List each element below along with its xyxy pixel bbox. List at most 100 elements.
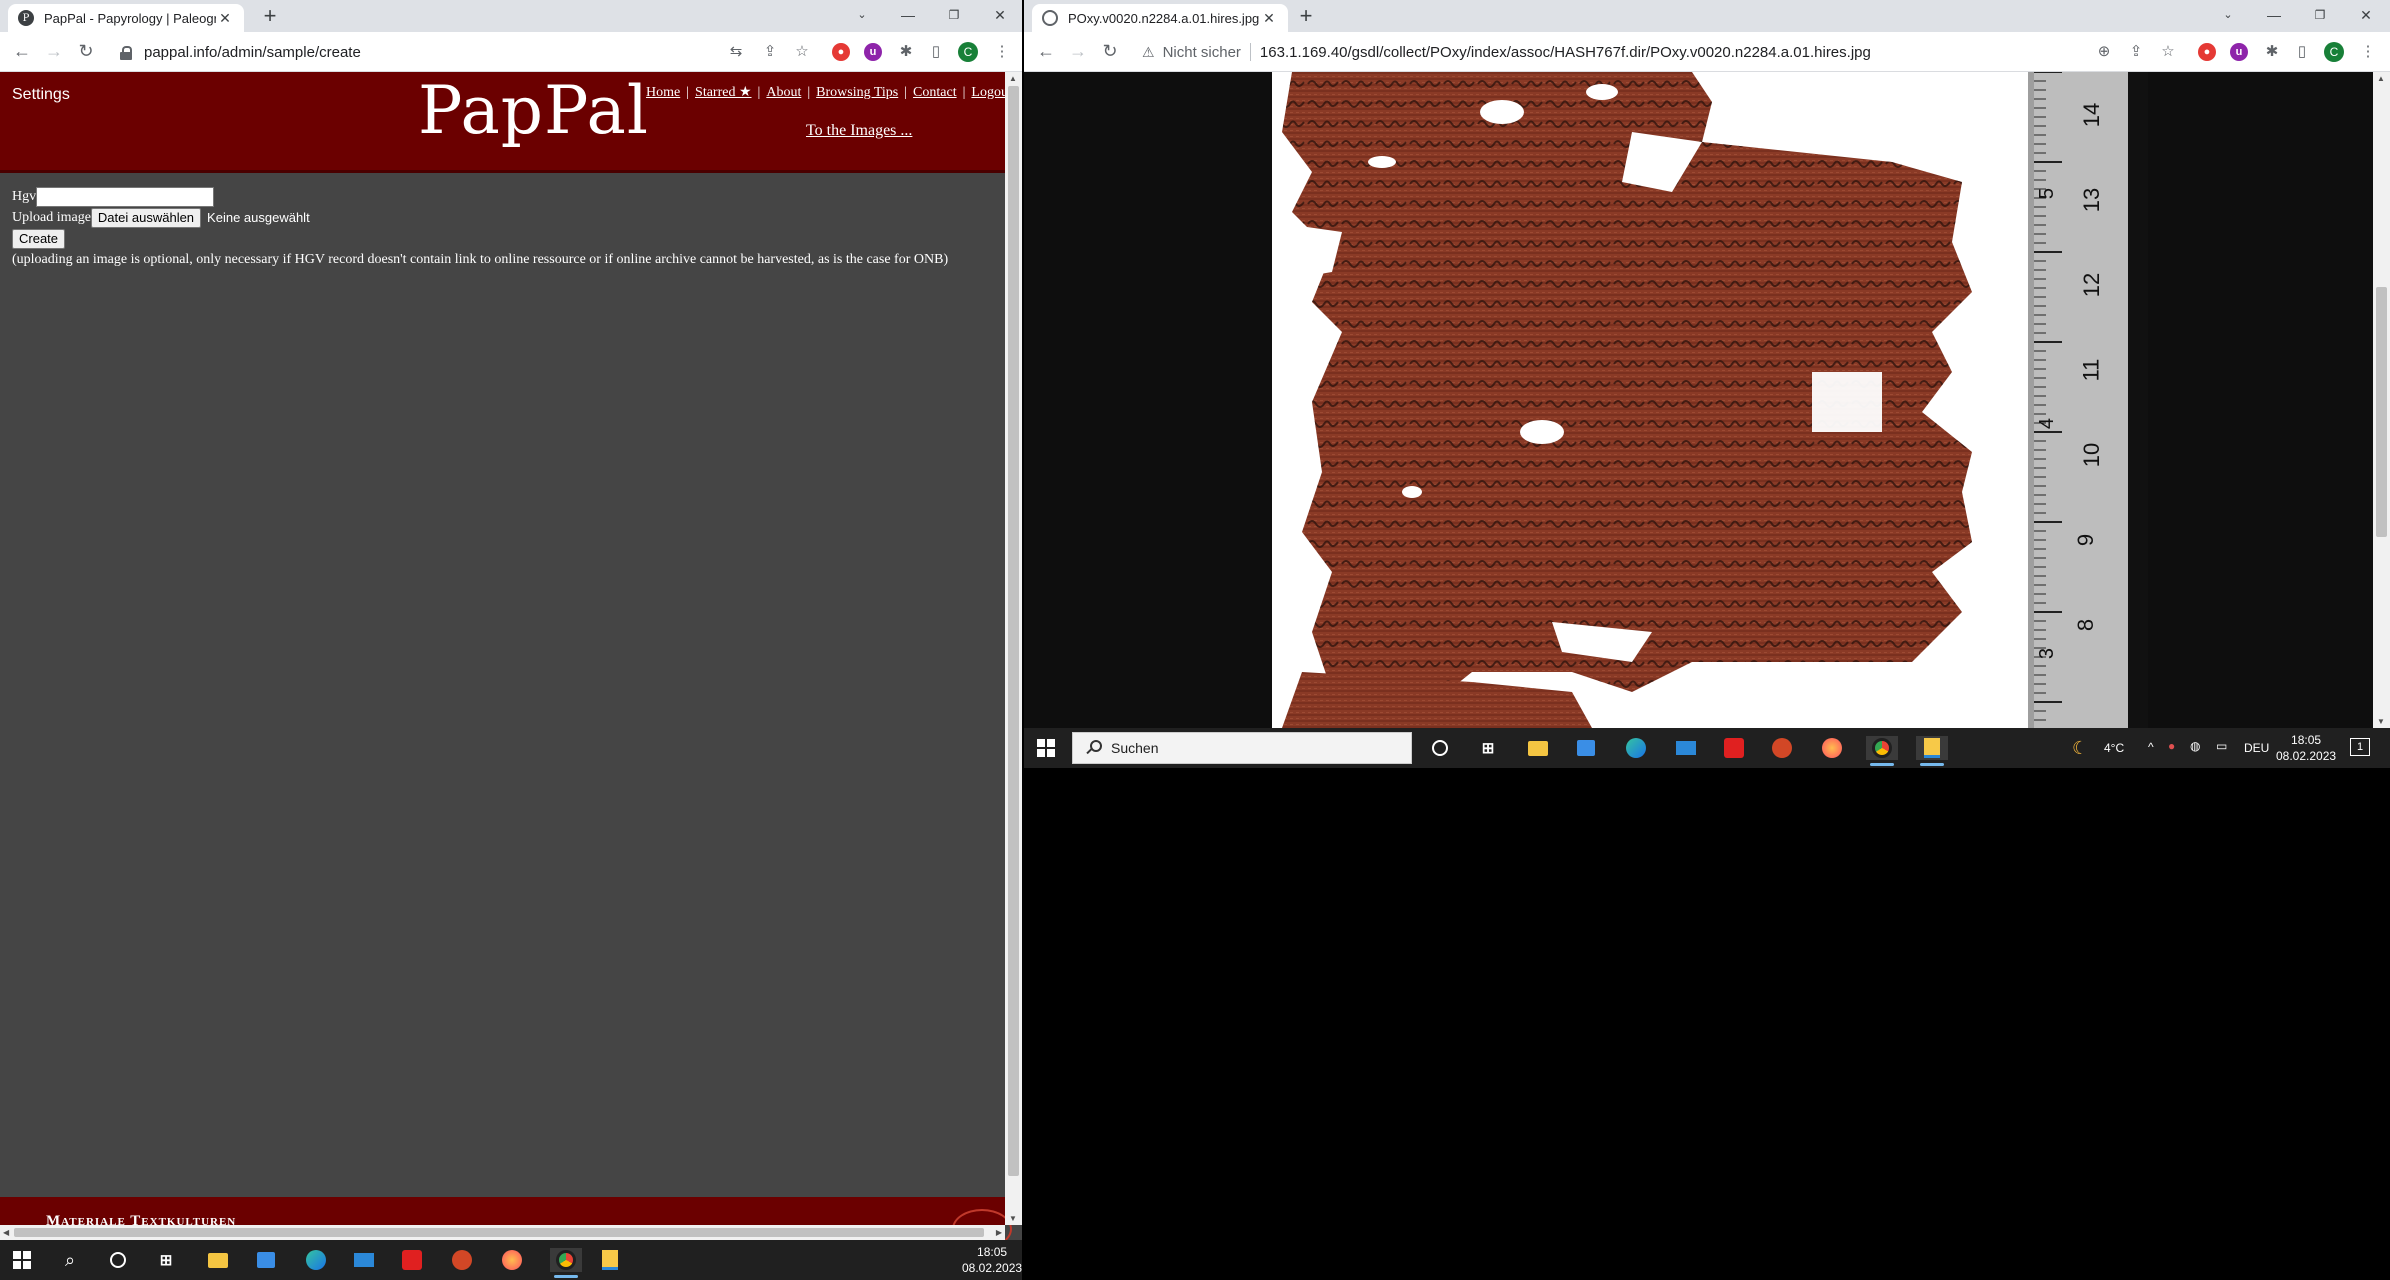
scrollbar-thumb[interactable] <box>1008 86 1019 1176</box>
battery-icon[interactable]: ▭ <box>2216 739 2227 753</box>
task-view-icon[interactable]: ⊞ <box>1476 736 1500 760</box>
menu-about[interactable]: About <box>766 85 801 100</box>
scrollbar-thumb[interactable] <box>14 1228 984 1237</box>
edge-icon[interactable] <box>1624 736 1648 760</box>
task-view-icon[interactable]: ⊞ <box>154 1248 178 1272</box>
chrome-icon[interactable] <box>1866 736 1898 766</box>
reload-icon[interactable]: ↻ <box>74 40 98 64</box>
vertical-scrollbar[interactable]: ▲ ▼ <box>2373 72 2390 728</box>
tab-search-chevron-icon[interactable]: ⌄ <box>2204 0 2252 32</box>
scroll-up-arrow-icon[interactable]: ▲ <box>2377 74 2385 83</box>
menu-dots-icon[interactable]: ⋮ <box>992 42 1012 62</box>
extensions-puzzle-icon[interactable]: ✱ <box>896 42 916 62</box>
search-icon[interactable]: ⌕ <box>58 1248 82 1272</box>
windows-start-icon[interactable] <box>1034 736 1058 760</box>
hgv-input[interactable] <box>36 186 215 207</box>
extension-red-icon[interactable]: ● <box>2198 43 2216 61</box>
vertical-scrollbar[interactable]: ▲ ▼ <box>1005 72 1022 1225</box>
choose-file-button[interactable]: Datei auswählen <box>90 207 202 228</box>
side-panel-icon[interactable]: ▯ <box>926 42 946 62</box>
new-tab-button[interactable]: + <box>256 4 284 28</box>
scrollbar-thumb[interactable] <box>2376 287 2387 537</box>
scroll-down-arrow-icon[interactable]: ▼ <box>2377 717 2385 726</box>
scroll-right-arrow-icon[interactable]: ▶ <box>996 1228 1002 1237</box>
ms-store-icon[interactable] <box>1574 736 1598 760</box>
extension-purple-icon[interactable]: u <box>864 43 882 61</box>
acrobat-icon[interactable] <box>1722 736 1746 760</box>
firefox-icon[interactable] <box>1820 736 1844 760</box>
edge-icon[interactable] <box>304 1248 328 1272</box>
powerpoint-icon[interactable] <box>1770 736 1794 760</box>
create-button[interactable]: Create <box>12 228 66 249</box>
menu-browsing-tips[interactable]: Browsing Tips <box>816 85 898 100</box>
windows-start-icon[interactable] <box>10 1248 34 1272</box>
new-tab-button[interactable]: + <box>1292 4 1320 28</box>
taskbar-clock[interactable]: 18:05 08.02.2023 <box>962 1244 1022 1276</box>
file-explorer-icon[interactable] <box>1526 736 1550 760</box>
close-window-button[interactable]: ✕ <box>2342 0 2390 32</box>
restore-button[interactable]: ❐ <box>930 0 978 32</box>
address-bar[interactable]: ⚠ Nicht sicher 163.1.169.40/gsdl/collect… <box>1142 36 1871 68</box>
settings-link[interactable]: Settings <box>12 86 70 104</box>
forward-arrow-icon[interactable]: → <box>42 40 66 64</box>
mail-icon[interactable] <box>1674 736 1698 760</box>
menu-starred[interactable]: Starred ★ <box>695 85 751 100</box>
close-window-button[interactable]: ✕ <box>976 0 1022 32</box>
cortana-icon[interactable] <box>106 1248 130 1272</box>
close-tab-icon[interactable]: ✕ <box>1260 10 1278 27</box>
sticky-app-icon[interactable] <box>1916 736 1948 766</box>
close-tab-icon[interactable]: ✕ <box>216 10 234 27</box>
taskbar-clock[interactable]: 18:05 08.02.2023 <box>2276 732 2336 764</box>
horizontal-scrollbar[interactable]: ◀ ▶ <box>0 1225 1005 1240</box>
notification-center-icon[interactable]: 1 <box>2350 738 2370 756</box>
extensions-puzzle-icon[interactable]: ✱ <box>2262 42 2282 62</box>
file-explorer-icon[interactable] <box>206 1248 230 1272</box>
restore-button[interactable]: ❐ <box>2296 0 2344 32</box>
share-icon[interactable]: ⇪ <box>2126 42 2146 62</box>
back-arrow-icon[interactable]: ← <box>10 40 34 64</box>
menu-home[interactable]: Home <box>646 85 680 100</box>
tab-pappal[interactable]: P PapPal - Papyrology | Paleograph ✕ <box>8 4 244 32</box>
reload-icon[interactable]: ↻ <box>1098 40 1122 64</box>
scroll-up-arrow-icon[interactable]: ▲ <box>1009 74 1017 83</box>
menu-contact[interactable]: Contact <box>913 85 957 100</box>
scroll-left-arrow-icon[interactable]: ◀ <box>3 1228 9 1237</box>
taskbar-search-box[interactable]: Suchen <box>1072 732 1412 764</box>
pappal-logo[interactable]: PapPal <box>418 72 649 149</box>
sticky-app-icon[interactable] <box>598 1248 622 1272</box>
profile-avatar[interactable]: C <box>958 42 978 62</box>
mail-icon[interactable] <box>352 1248 376 1272</box>
share-icon[interactable]: ⇪ <box>760 42 780 62</box>
firefox-icon[interactable] <box>500 1248 524 1272</box>
bookmark-star-icon[interactable]: ☆ <box>2158 42 2178 62</box>
address-bar[interactable]: pappal.info/admin/sample/create <box>120 36 361 68</box>
to-the-images-link[interactable]: To the Images ... <box>806 122 912 140</box>
back-arrow-icon[interactable]: ← <box>1034 40 1058 64</box>
tab-poxy-image[interactable]: POxy.v0020.n2284.a.01.hires.jpg ✕ <box>1032 4 1288 32</box>
ms-store-icon[interactable] <box>254 1248 278 1272</box>
zoom-icon[interactable]: ⊕ <box>2094 42 2114 62</box>
forward-arrow-icon[interactable]: → <box>1066 40 1090 64</box>
acrobat-icon[interactable] <box>400 1248 424 1272</box>
side-panel-icon[interactable]: ▯ <box>2292 42 2312 62</box>
extension-purple-icon[interactable]: u <box>2230 43 2248 61</box>
scroll-down-arrow-icon[interactable]: ▼ <box>1009 1214 1017 1223</box>
network-icon[interactable]: ◍ <box>2190 739 2200 753</box>
temperature[interactable]: 4°C <box>2104 741 2124 755</box>
language-indicator[interactable]: DEU <box>2244 741 2269 755</box>
menu-dots-icon[interactable]: ⋮ <box>2358 42 2378 62</box>
translate-icon[interactable]: ⇆ <box>726 42 746 62</box>
extension-red-icon[interactable]: ● <box>832 43 850 61</box>
minimize-button[interactable]: — <box>2250 0 2298 32</box>
tray-chevron-icon[interactable]: ^ <box>2148 740 2154 754</box>
powerpoint-icon[interactable] <box>450 1248 474 1272</box>
tray-app-icon[interactable]: ● <box>2168 739 2175 753</box>
profile-avatar[interactable]: C <box>2324 42 2344 62</box>
cortana-icon[interactable] <box>1428 736 1452 760</box>
bookmark-star-icon[interactable]: ☆ <box>792 42 812 62</box>
minimize-button[interactable]: — <box>884 0 932 32</box>
chrome-icon[interactable] <box>550 1248 582 1278</box>
security-label[interactable]: Nicht sicher <box>1163 44 1241 61</box>
weather-moon-icon[interactable]: ☾ <box>2072 738 2088 759</box>
tab-search-chevron-icon[interactable]: ⌄ <box>838 0 886 32</box>
